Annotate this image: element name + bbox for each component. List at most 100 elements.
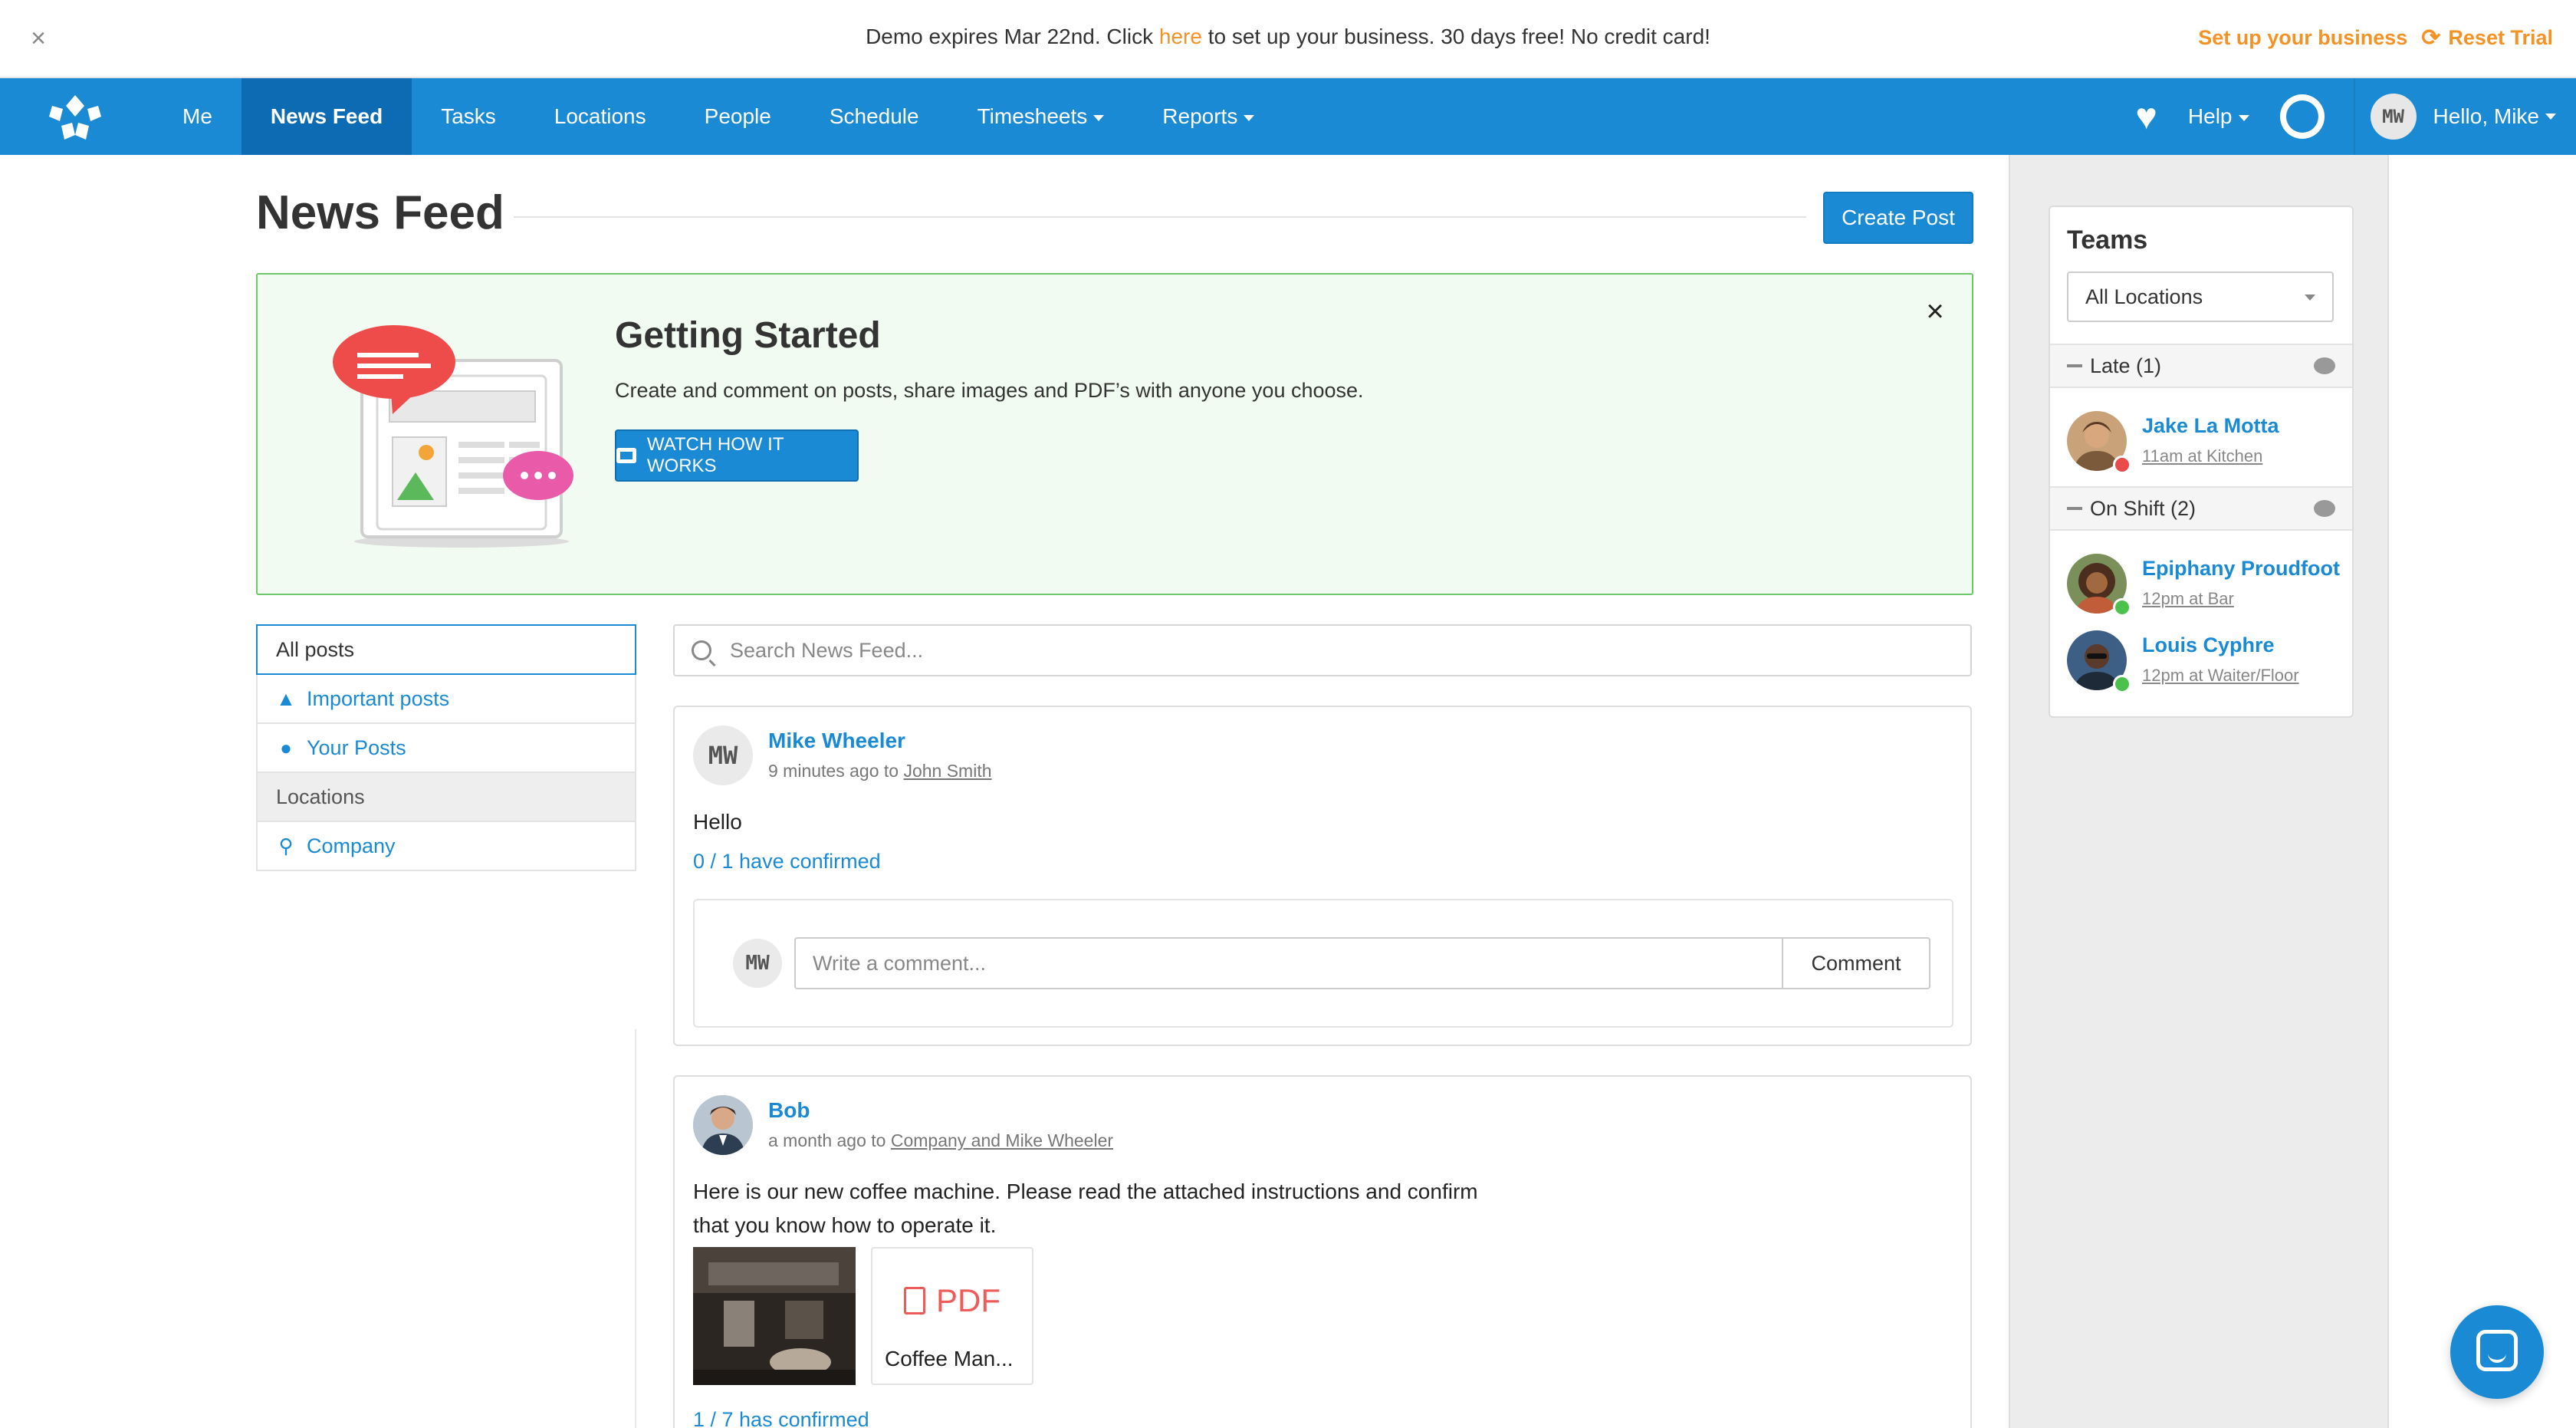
nav-news-feed[interactable]: News Feed — [241, 78, 412, 155]
create-post-button[interactable]: Create Post — [1823, 192, 1973, 244]
nav-reports[interactable]: Reports — [1133, 78, 1283, 155]
teams-title: Teams — [2067, 225, 2148, 255]
watch-how-it-works-button[interactable]: WATCH HOW IT WORKS — [615, 429, 859, 482]
help-menu[interactable]: Help — [2188, 104, 2249, 129]
chat-icon[interactable] — [2314, 357, 2335, 374]
late-header-label: Late (1) — [2090, 354, 2162, 377]
nav-people[interactable]: People — [675, 78, 800, 155]
on-shift-group-header[interactable]: On Shift (2) — [2050, 486, 2352, 531]
close-icon[interactable]: × — [1918, 294, 1952, 328]
globe-icon[interactable] — [2279, 94, 2325, 139]
locations-header-label: Locations — [276, 785, 365, 808]
user-greeting: Hello, Mike — [2433, 104, 2539, 128]
team-member-shift[interactable]: 12pm at Waiter/Floor — [2142, 666, 2299, 686]
image-attachment[interactable] — [693, 1247, 856, 1385]
avatar: MW — [2370, 94, 2417, 140]
setup-business-link[interactable]: Set up your business — [2198, 26, 2407, 50]
team-member-name[interactable]: Jake La Motta — [2142, 414, 2279, 438]
app-logo-icon[interactable] — [44, 92, 106, 143]
collapse-icon — [2067, 507, 2082, 510]
confirmed-count-link[interactable]: 1 / 7 has confirmed — [693, 1408, 869, 1428]
avatar — [693, 1095, 753, 1155]
chevron-down-icon — [1244, 114, 1255, 121]
nav-schedule[interactable]: Schedule — [800, 78, 948, 155]
chevron-down-icon — [2305, 294, 2315, 301]
right-sidebar: Teams All Locations Late (1) Jake La Mot… — [2009, 155, 2389, 1428]
post-author[interactable]: Mike Wheeler — [768, 729, 905, 753]
status-on-shift-dot — [2113, 675, 2131, 693]
chevron-down-icon — [1093, 114, 1105, 121]
comment-input[interactable] — [794, 937, 1782, 989]
filter-all-posts[interactable]: All posts — [256, 624, 636, 675]
post-time: 9 minutes ago to — [768, 761, 904, 781]
post-body: Hello — [693, 810, 742, 834]
nav-tasks[interactable]: Tasks — [412, 78, 525, 155]
reset-trial-label: Reset Trial — [2448, 26, 2553, 49]
team-member-name[interactable]: Louis Cyphre — [2142, 633, 2275, 657]
status-late-dot — [2113, 456, 2131, 474]
pdf-attachment[interactable]: PDF Coffee Man... — [871, 1247, 1033, 1385]
chat-widget-button[interactable] — [2450, 1305, 2544, 1399]
filter-company-label: Company — [307, 834, 396, 857]
location-select-value: All Locations — [2085, 285, 2203, 308]
nav-me[interactable]: Me — [153, 78, 242, 155]
avatar: MW — [693, 726, 753, 785]
map-pin-icon: ⚲ — [278, 834, 294, 857]
search-input[interactable] — [730, 638, 1970, 663]
post-meta: a month ago to Company and Mike Wheeler — [768, 1130, 1113, 1151]
news-illustration-icon — [333, 325, 573, 548]
post-meta: 9 minutes ago to John Smith — [768, 761, 992, 781]
chevron-down-icon — [2545, 114, 2556, 120]
nav-right: ♥ Help MW Hello, Mike — [2135, 78, 2576, 155]
teams-card: Teams All Locations Late (1) Jake La Mot… — [2049, 206, 2354, 718]
filter-important-posts[interactable]: ▲ Important posts — [256, 675, 636, 724]
main-content: News Feed Create Post Getting Started Cr… — [256, 155, 1973, 1428]
demo-banner: × Demo expires Mar 22nd. Click here to s… — [0, 0, 2576, 78]
user-menu[interactable]: MW Hello, Mike — [2355, 78, 2576, 155]
confirmed-count-link[interactable]: 0 / 1 have confirmed — [693, 850, 881, 874]
demo-text-after: to set up your business. 30 days free! N… — [1201, 25, 1710, 48]
heart-icon[interactable]: ♥ — [2135, 96, 2157, 138]
location-select[interactable]: All Locations — [2067, 271, 2334, 322]
user-icon: ● — [280, 735, 292, 759]
main-navbar: Me News Feed Tasks Locations People Sche… — [0, 78, 2576, 155]
page-title: News Feed — [256, 186, 504, 239]
filter-your-posts[interactable]: ● Your Posts — [256, 724, 636, 773]
post-recipient-link[interactable]: Company and Mike Wheeler — [891, 1130, 1113, 1150]
user-photo-icon — [693, 1095, 753, 1155]
demo-here-link[interactable]: here — [1159, 25, 1202, 48]
warning-icon: ▲ — [276, 686, 296, 710]
search-icon — [692, 640, 711, 660]
getting-started-panel: Getting Started Create and comment on po… — [256, 273, 1973, 595]
watch-button-label: WATCH HOW IT WORKS — [646, 434, 784, 476]
chevron-down-icon — [2238, 114, 2249, 121]
feed-post: Bob a month ago to Company and Mike Whee… — [673, 1075, 1972, 1428]
team-member: Epiphany Proudfoot 12pm at Bar — [2067, 551, 2343, 617]
post-author[interactable]: Bob — [768, 1098, 810, 1123]
getting-started-description: Create and comment on posts, share image… — [615, 379, 1364, 402]
team-member-shift[interactable]: 12pm at Bar — [2142, 589, 2234, 609]
refresh-icon: ⟳ — [2421, 25, 2441, 51]
collapse-icon — [2067, 364, 2082, 367]
comment-composer: MW Comment — [693, 899, 1953, 1028]
avatar: MW — [733, 939, 782, 988]
comment-button[interactable]: Comment — [1782, 937, 1930, 989]
filter-company[interactable]: ⚲ Company — [256, 822, 636, 871]
team-member: Jake La Motta 11am at Kitchen — [2067, 408, 2343, 474]
coffee-machine-photo-icon — [693, 1247, 856, 1385]
demo-text-before: Demo expires Mar 22nd. Click — [866, 25, 1159, 48]
reset-trial-link[interactable]: ⟳ Reset Trial — [2421, 25, 2553, 51]
team-member: Louis Cyphre 12pm at Waiter/Floor — [2067, 627, 2343, 693]
demo-actions: Set up your business ⟳ Reset Trial — [2198, 25, 2553, 51]
late-group-header[interactable]: Late (1) — [2050, 344, 2352, 388]
team-member-name[interactable]: Epiphany Proudfoot — [2142, 557, 2340, 581]
nav-locations[interactable]: Locations — [525, 78, 675, 155]
filter-important-label: Important posts — [307, 686, 450, 710]
post-time: a month ago to — [768, 1130, 891, 1150]
post-recipient-link[interactable]: John Smith — [903, 761, 991, 781]
chat-icon[interactable] — [2314, 500, 2335, 517]
pdf-label: PDF — [872, 1282, 1032, 1319]
nav-timesheets[interactable]: Timesheets — [948, 78, 1134, 155]
team-member-shift[interactable]: 11am at Kitchen — [2142, 446, 2262, 466]
getting-started-title: Getting Started — [615, 315, 881, 356]
